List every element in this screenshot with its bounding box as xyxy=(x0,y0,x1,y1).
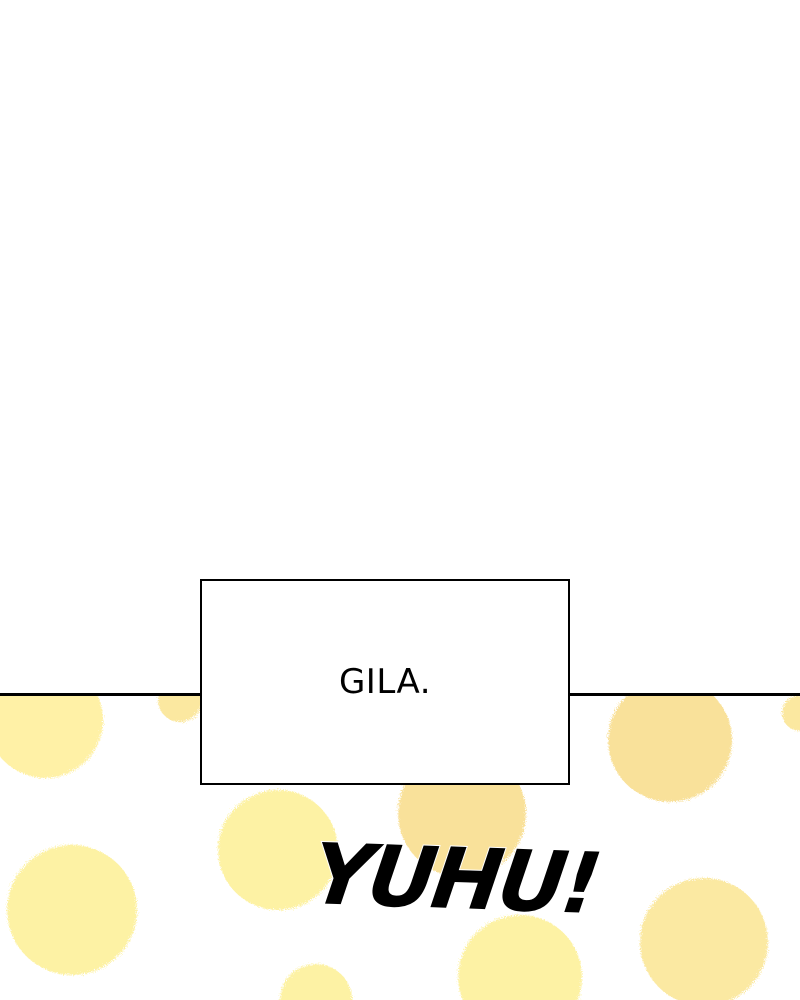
caption-box: GILA. xyxy=(200,579,570,785)
dot xyxy=(158,695,202,722)
dot xyxy=(7,845,137,975)
sound-effect-text: YUHU! xyxy=(304,824,604,934)
dot xyxy=(640,878,768,1000)
caption-text: GILA. xyxy=(338,662,432,702)
dot xyxy=(608,695,732,802)
dot xyxy=(782,695,800,731)
dot xyxy=(280,964,352,1000)
dot xyxy=(0,695,103,778)
comic-page: GILA. YUHU! xyxy=(0,0,800,1000)
